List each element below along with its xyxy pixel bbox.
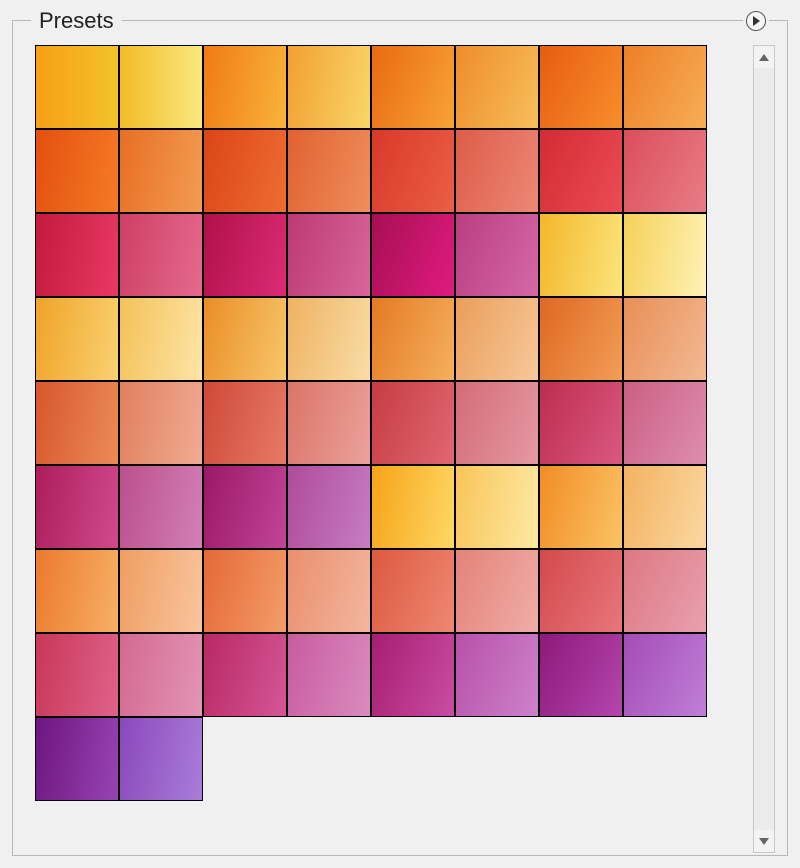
gradient-swatch[interactable] (455, 129, 539, 213)
gradient-swatch[interactable] (371, 549, 455, 633)
gradient-swatch[interactable] (35, 717, 119, 801)
gradient-swatch[interactable] (371, 213, 455, 297)
gradient-swatch[interactable] (119, 213, 203, 297)
gradient-swatch[interactable] (539, 549, 623, 633)
swatch-grid (35, 45, 707, 801)
gradient-swatch[interactable] (455, 633, 539, 717)
chevron-up-icon (759, 54, 769, 61)
gradient-swatch[interactable] (35, 381, 119, 465)
gradient-swatch[interactable] (203, 129, 287, 213)
gradient-swatch[interactable] (623, 633, 707, 717)
gradient-swatch[interactable] (623, 465, 707, 549)
gradient-swatch[interactable] (455, 213, 539, 297)
gradient-swatch[interactable] (203, 633, 287, 717)
grid-viewport (21, 45, 737, 853)
gradient-swatch[interactable] (287, 45, 371, 129)
gradient-swatch[interactable] (119, 297, 203, 381)
gradient-swatch[interactable] (623, 381, 707, 465)
gradient-swatch[interactable] (539, 465, 623, 549)
gradient-swatch[interactable] (623, 129, 707, 213)
gradient-swatch[interactable] (119, 129, 203, 213)
gradient-swatch[interactable] (539, 297, 623, 381)
flyout-icon (746, 11, 766, 31)
gradient-swatch[interactable] (119, 717, 203, 801)
gradient-swatch[interactable] (203, 213, 287, 297)
gradient-swatch[interactable] (455, 549, 539, 633)
gradient-swatch[interactable] (371, 381, 455, 465)
gradient-swatch[interactable] (539, 381, 623, 465)
gradient-swatch[interactable] (371, 465, 455, 549)
panel-header: Presets (13, 9, 787, 33)
gradient-swatch[interactable] (371, 297, 455, 381)
scrollbar[interactable] (753, 45, 775, 853)
gradient-swatch[interactable] (203, 465, 287, 549)
gradient-swatch[interactable] (203, 45, 287, 129)
gradient-swatch[interactable] (35, 633, 119, 717)
gradient-swatch[interactable] (539, 213, 623, 297)
gradient-swatch[interactable] (371, 633, 455, 717)
scroll-up-button[interactable] (754, 46, 774, 68)
gradient-swatch[interactable] (35, 465, 119, 549)
gradient-swatch[interactable] (287, 549, 371, 633)
gradient-swatch[interactable] (35, 297, 119, 381)
gradient-swatch[interactable] (119, 465, 203, 549)
gradient-swatch[interactable] (455, 45, 539, 129)
gradient-swatch[interactable] (623, 45, 707, 129)
gradient-swatch[interactable] (119, 381, 203, 465)
panel-menu-button[interactable] (743, 8, 769, 34)
gradient-swatch[interactable] (203, 297, 287, 381)
gradient-swatch[interactable] (287, 381, 371, 465)
gradient-swatch[interactable] (287, 297, 371, 381)
gradient-swatch[interactable] (203, 549, 287, 633)
gradient-swatch[interactable] (455, 465, 539, 549)
gradient-swatch[interactable] (623, 297, 707, 381)
gradient-swatch[interactable] (539, 129, 623, 213)
gradient-swatch[interactable] (371, 129, 455, 213)
gradient-swatch[interactable] (287, 633, 371, 717)
gradient-swatch[interactable] (35, 549, 119, 633)
gradient-swatch[interactable] (119, 633, 203, 717)
gradient-swatch[interactable] (35, 45, 119, 129)
gradient-swatch[interactable] (119, 45, 203, 129)
gradient-swatch[interactable] (623, 213, 707, 297)
panel-body (21, 45, 779, 853)
gradient-swatch[interactable] (539, 633, 623, 717)
gradient-swatch[interactable] (455, 297, 539, 381)
gradient-swatch[interactable] (35, 129, 119, 213)
chevron-down-icon (759, 838, 769, 845)
gradient-swatch[interactable] (203, 381, 287, 465)
gradient-swatch[interactable] (119, 549, 203, 633)
gradient-swatch[interactable] (371, 45, 455, 129)
gradient-swatch[interactable] (623, 549, 707, 633)
gradient-swatch[interactable] (539, 45, 623, 129)
presets-panel: Presets (12, 20, 788, 856)
gradient-swatch[interactable] (287, 465, 371, 549)
gradient-swatch[interactable] (287, 213, 371, 297)
panel-title: Presets (31, 8, 122, 34)
gradient-swatch[interactable] (35, 213, 119, 297)
gradient-swatch[interactable] (455, 381, 539, 465)
scroll-down-button[interactable] (754, 830, 774, 852)
gradient-swatch[interactable] (287, 129, 371, 213)
